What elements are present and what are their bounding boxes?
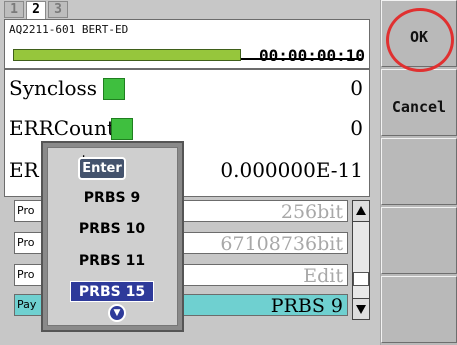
more-options-button[interactable]: ▼ — [108, 304, 126, 322]
option-prbs-15[interactable]: PRBS 15 — [70, 281, 154, 302]
tab-2[interactable]: 2 — [26, 1, 46, 20]
stat-value: 0 — [350, 76, 363, 100]
softkey-5[interactable] — [381, 276, 457, 343]
param-value: 67108736bit — [220, 233, 343, 255]
cancel-button[interactable]: Cancel — [381, 69, 457, 136]
stat-label: ER — [9, 158, 39, 182]
option-prbs-11[interactable]: PRBS 11 — [70, 251, 154, 272]
softkey-column: OK Cancel — [381, 0, 457, 345]
stat-label: ERRCount — [9, 116, 115, 140]
syncloss-led-icon — [103, 78, 125, 100]
popup-body: + Enter PRBS 9 PRBS 10 PRBS 11 PRBS 15 ▼ — [47, 147, 178, 326]
elapsed-timer: 00:00:00:10 — [259, 46, 365, 65]
main-panel: 1 2 3 AQ2211-601 BERT-ED 00:00:00:10 Syn… — [0, 0, 380, 345]
scroll-down-icon — [356, 305, 366, 314]
param-value: 256bit — [280, 201, 343, 223]
tab-1[interactable]: 1 — [4, 1, 24, 18]
more-down-icon: ▼ — [113, 308, 121, 318]
option-prbs-10[interactable]: PRBS 10 — [70, 219, 154, 240]
stat-value: 0.000000E-11 — [220, 158, 363, 182]
scrollbar-thumb[interactable] — [353, 272, 369, 286]
option-prbs-9[interactable]: PRBS 9 — [70, 188, 154, 209]
softkey-4[interactable] — [381, 207, 457, 274]
stat-row-errcount: ERRCount 0 — [9, 114, 365, 144]
tab-3[interactable]: 3 — [48, 1, 68, 18]
errcount-led-icon — [111, 118, 133, 140]
scroll-up-icon — [356, 206, 366, 215]
param-label: Pro — [17, 236, 35, 249]
enter-button[interactable]: Enter — [78, 157, 126, 180]
status-header: AQ2211-601 BERT-ED 00:00:00:10 — [4, 19, 370, 69]
softkey-3[interactable] — [381, 138, 457, 205]
ok-button[interactable]: OK — [381, 0, 457, 67]
param-value: Edit — [303, 265, 343, 287]
scroll-up-button[interactable] — [352, 200, 370, 222]
stat-value: 0 — [350, 116, 363, 140]
cancel-label: Cancel — [391, 98, 447, 116]
param-label: Pay — [17, 298, 37, 311]
param-label: Pro — [17, 204, 35, 217]
measurement-progress-bar — [13, 49, 241, 61]
ok-label: OK — [409, 28, 429, 46]
instrument-title: AQ2211-601 BERT-ED — [9, 23, 129, 36]
scrollbar-track[interactable] — [352, 222, 370, 298]
param-label: Pro — [17, 268, 35, 281]
stat-row-syncloss: Syncloss 0 — [9, 74, 365, 104]
pattern-select-popup: + Enter PRBS 9 PRBS 10 PRBS 11 PRBS 15 ▼ — [41, 141, 184, 332]
stat-label: Syncloss — [9, 76, 98, 100]
param-value: PRBS 9 — [270, 295, 343, 317]
scroll-down-button[interactable] — [352, 298, 370, 320]
